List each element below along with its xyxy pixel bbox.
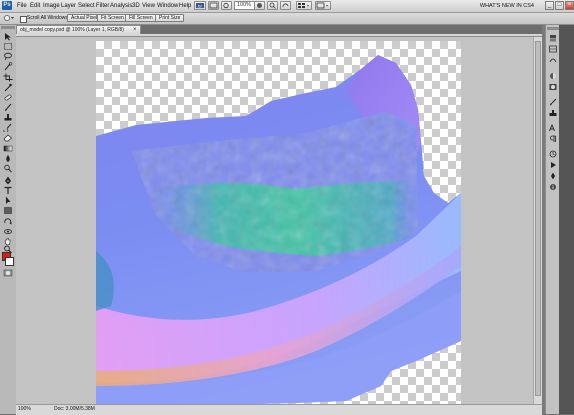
screen-mode-button[interactable] [315, 1, 331, 10]
zoom-tool-button[interactable] [267, 1, 278, 10]
actions-icon[interactable] [548, 161, 558, 169]
quick-select-icon[interactable] [3, 62, 13, 71]
layers-icon[interactable] [548, 34, 558, 42]
move-icon[interactable] [3, 32, 13, 41]
eyedropper-icon[interactable] [3, 83, 13, 92]
menu-file[interactable]: File [17, 2, 27, 10]
whats-new-link[interactable]: WHAT'S NEW IN CS4 [480, 2, 534, 10]
document-title: obj_model copy.psd @ 100% (Layer 1, RGB/… [20, 27, 124, 33]
arrange-documents-button[interactable] [296, 1, 312, 10]
rotate-view-button[interactable] [280, 1, 291, 10]
canvas-image[interactable] [96, 41, 461, 406]
history-icon[interactable] [548, 150, 558, 158]
menu-filter[interactable]: Filter [96, 2, 109, 10]
zoom-level-button[interactable] [221, 1, 232, 10]
close-button[interactable]: × [565, 1, 574, 10]
blur-icon[interactable] [3, 154, 13, 163]
minimize-button[interactable]: _ [545, 1, 554, 10]
navigator-icon[interactable] [548, 172, 558, 180]
hand-tool-button[interactable] [254, 1, 265, 10]
document-size-readout[interactable]: Doc: 3.00M/5.38M [54, 405, 95, 414]
status-bar: 100% Doc: 3.00M/5.38M [16, 404, 542, 415]
quick-mask-icon[interactable] [3, 269, 13, 277]
scroll-all-windows-label: Scroll All Windows [27, 15, 68, 21]
tools-panel-grip[interactable] [1, 26, 15, 29]
menu-image[interactable]: Image [43, 2, 60, 10]
fill-screen-button[interactable]: Fill Screen [125, 14, 157, 22]
print-size-button[interactable]: Print Size [155, 14, 185, 22]
menu-help[interactable]: Help [179, 2, 191, 10]
fit-screen-button[interactable]: Fit Screen [97, 14, 128, 22]
document-close-icon[interactable]: × [133, 27, 137, 34]
healing-icon[interactable] [3, 93, 13, 102]
menu-bar: Ps File Edit Image Layer Select Filter A… [0, 0, 574, 13]
panel-collapsed-area [559, 25, 574, 414]
tools-panel [0, 25, 17, 414]
normal-map-artwork [96, 55, 461, 406]
menu-analysis[interactable]: Analysis [110, 2, 132, 10]
character-icon[interactable] [548, 123, 558, 132]
history-brush-icon[interactable] [3, 123, 13, 132]
options-bar: Scroll All Windows Actual Pixels Fit Scr… [0, 13, 574, 25]
clone-stamp-icon[interactable] [3, 113, 13, 122]
info-icon[interactable] [548, 183, 558, 191]
crop-icon[interactable] [3, 73, 13, 82]
bridge-button[interactable]: Br [194, 1, 206, 10]
adjustments-icon[interactable] [548, 72, 558, 80]
clone-source-icon[interactable] [548, 109, 558, 117]
masks-icon[interactable] [548, 83, 558, 91]
pen-icon[interactable] [3, 176, 13, 185]
lasso-icon[interactable] [3, 52, 13, 61]
menu-layer[interactable]: Layer [61, 2, 76, 10]
document-tab[interactable]: obj_model copy.psd @ 100% (Layer 1, RGB/… [16, 25, 141, 34]
paths-icon[interactable] [548, 56, 558, 64]
vertical-scrollbar-thumb[interactable] [535, 41, 541, 396]
channels-icon[interactable] [548, 45, 558, 53]
svg-text:Br: Br [198, 4, 203, 9]
shape-icon[interactable] [3, 206, 13, 215]
dodge-icon[interactable] [3, 164, 13, 173]
3d-rotate-icon[interactable] [3, 217, 13, 226]
3d-orbit-icon[interactable] [3, 227, 13, 236]
eraser-icon[interactable] [3, 133, 13, 142]
paragraph-icon[interactable] [548, 135, 558, 143]
menu-window[interactable]: Window [157, 2, 178, 10]
menu-edit[interactable]: Edit [30, 2, 40, 10]
dock-grip[interactable] [547, 27, 559, 30]
hand-tool-preset-icon[interactable] [3, 14, 15, 22]
type-icon[interactable] [3, 186, 13, 195]
path-select-icon[interactable] [3, 196, 13, 205]
panel-dock [545, 25, 560, 414]
brushes-icon[interactable] [548, 98, 558, 106]
gradient-icon[interactable] [3, 144, 13, 153]
marquee-icon[interactable] [3, 42, 13, 51]
brush-icon[interactable] [3, 103, 13, 112]
menu-select[interactable]: Select [78, 2, 95, 10]
background-color-swatch[interactable] [5, 257, 14, 266]
zoom-readout[interactable]: 100% [18, 405, 31, 414]
menu-view[interactable]: View [142, 2, 155, 10]
view-extras-button[interactable] [208, 1, 219, 10]
scroll-all-windows-checkbox[interactable] [20, 16, 27, 23]
photoshop-logo: Ps [2, 1, 12, 10]
menu-3d[interactable]: 3D [132, 2, 140, 10]
maximize-button[interactable]: □ [555, 1, 564, 10]
